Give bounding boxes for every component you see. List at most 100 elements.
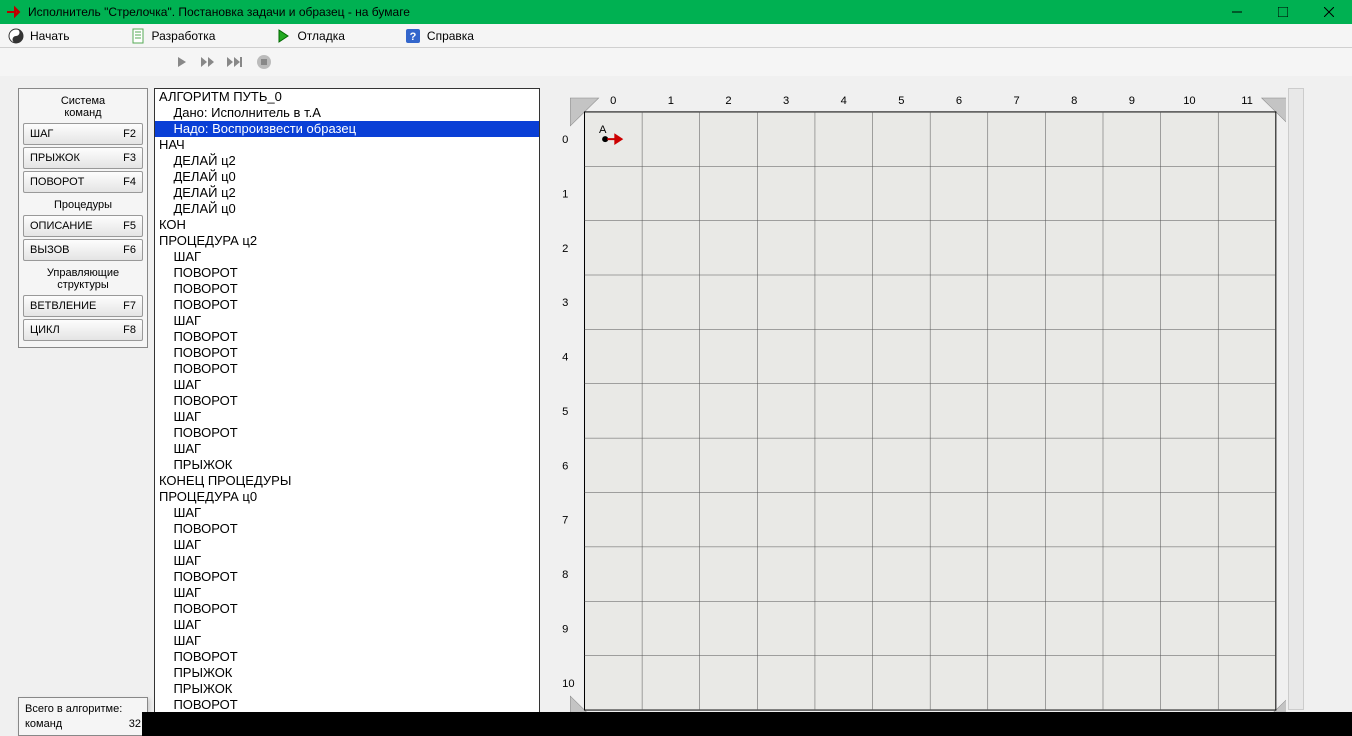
code-line[interactable]: КОНЕЦ ПРОЦЕДУРЫ (155, 473, 539, 489)
code-line[interactable]: НАЧ (155, 137, 539, 153)
code-line[interactable]: АЛГОРИТМ ПУТЬ_0 (155, 89, 539, 105)
taskbar-right[interactable] (1272, 712, 1352, 736)
code-line[interactable]: ПОВОРОТ (155, 569, 539, 585)
code-line[interactable]: ДЕЛАЙ ц0 (155, 169, 539, 185)
window-title: Исполнитель "Стрелочка". Постановка зада… (28, 5, 1214, 19)
title-bar: Исполнитель "Стрелочка". Постановка зада… (0, 0, 1352, 24)
svg-text:1: 1 (668, 95, 674, 107)
code-line[interactable]: ШАГ (155, 377, 539, 393)
main-toolbar: Начать Разработка Отладка ? Справка (0, 24, 1352, 48)
code-line[interactable]: Надо: Воспроизвести образец (155, 121, 539, 137)
code-editor[interactable]: АЛГОРИТМ ПУТЬ_0 Дано: Исполнитель в т.A … (154, 88, 540, 718)
maximize-button[interactable] (1260, 0, 1306, 24)
code-line[interactable]: ПРОЦЕДУРА ц2 (155, 233, 539, 249)
svg-text:4: 4 (841, 95, 847, 107)
code-line[interactable]: ПОВОРОТ (155, 601, 539, 617)
svg-text:6: 6 (956, 95, 962, 107)
app-arrow-icon (6, 4, 22, 20)
code-line[interactable]: Дано: Исполнитель в т.A (155, 105, 539, 121)
minimize-button[interactable] (1214, 0, 1260, 24)
menu-start[interactable]: Начать (8, 28, 70, 44)
code-line[interactable]: ПОВОРОТ (155, 425, 539, 441)
playback-toolbar (0, 48, 1352, 76)
system-title: Система команд (23, 93, 143, 121)
svg-text:7: 7 (1013, 95, 1019, 107)
menu-help-label: Справка (427, 29, 474, 43)
ctrl-ветвление[interactable]: ВЕТВЛЕНИЕF7 (23, 295, 143, 317)
code-line[interactable]: ШАГ (155, 313, 539, 329)
document-icon (130, 28, 146, 44)
svg-text:3: 3 (783, 95, 789, 107)
code-line[interactable]: ПРОЦЕДУРА ц0 (155, 489, 539, 505)
svg-text:?: ? (410, 31, 417, 43)
svg-text:5: 5 (898, 95, 904, 107)
svg-text:5: 5 (562, 406, 568, 418)
code-line[interactable]: ПРЫЖОК (155, 681, 539, 697)
svg-text:4: 4 (562, 352, 568, 364)
code-line[interactable]: ШАГ (155, 537, 539, 553)
svg-text:2: 2 (562, 243, 568, 255)
code-line[interactable]: ШАГ (155, 409, 539, 425)
command-sidebar: Система команд ШАГF2ПРЫЖОКF3ПОВОРОТF4 Пр… (18, 88, 148, 736)
cmd-прыжок[interactable]: ПРЫЖОКF3 (23, 147, 143, 169)
ctrl-цикл[interactable]: ЦИКЛF8 (23, 319, 143, 341)
menu-debug[interactable]: Отладка (275, 28, 344, 44)
code-line[interactable]: ШАГ (155, 441, 539, 457)
code-line[interactable]: ШАГ (155, 585, 539, 601)
stop-button[interactable] (254, 52, 274, 72)
svg-text:3: 3 (562, 297, 568, 309)
code-line[interactable]: ПОВОРОТ (155, 649, 539, 665)
code-line[interactable]: ДЕЛАЙ ц0 (155, 201, 539, 217)
status-cmd-label: команд (25, 717, 62, 731)
code-line[interactable]: ПОВОРОТ (155, 329, 539, 345)
menu-debug-label: Отладка (297, 29, 344, 43)
skip-button[interactable] (224, 52, 244, 72)
code-line[interactable]: ШАГ (155, 505, 539, 521)
code-line[interactable]: ШАГ (155, 633, 539, 649)
code-line[interactable]: ПОВОРОТ (155, 393, 539, 409)
status-cmd-count: 32 (129, 717, 141, 731)
code-line[interactable]: КОН (155, 217, 539, 233)
close-button[interactable] (1306, 0, 1352, 24)
code-line[interactable]: ПОВОРОТ (155, 281, 539, 297)
taskbar[interactable] (142, 712, 1352, 736)
code-line[interactable]: ШАГ (155, 553, 539, 569)
code-line[interactable]: ПОВОРОТ (155, 361, 539, 377)
status-line1: Всего в алгоритме: (25, 702, 141, 716)
svg-text:8: 8 (1071, 95, 1077, 107)
proc-title: Процедуры (23, 195, 143, 213)
svg-text:1: 1 (562, 189, 568, 201)
code-line[interactable]: ПОВОРОТ (155, 521, 539, 537)
ctrl-title: Управляющие структуры (23, 263, 143, 293)
play-button[interactable] (172, 52, 192, 72)
play-icon (275, 28, 291, 44)
vertical-scrollbar[interactable] (1288, 88, 1304, 710)
code-line[interactable]: ПРЫЖОК (155, 457, 539, 473)
fast-forward-button[interactable] (198, 52, 218, 72)
grid-canvas[interactable]: 01234567891011012345678910A (554, 88, 1286, 726)
svg-text:7: 7 (562, 515, 568, 527)
code-line[interactable]: ШАГ (155, 249, 539, 265)
code-line[interactable]: ПОВОРОТ (155, 345, 539, 361)
code-line[interactable]: ДЕЛАЙ ц2 (155, 153, 539, 169)
svg-text:A: A (599, 124, 607, 136)
code-line[interactable]: ПОВОРОТ (155, 297, 539, 313)
code-line[interactable]: ПРЫЖОК (155, 665, 539, 681)
code-line[interactable]: ПОВОРОТ (155, 265, 539, 281)
svg-text:0: 0 (610, 95, 616, 107)
code-line[interactable]: ШАГ (155, 617, 539, 633)
cmd-поворот[interactable]: ПОВОРОТF4 (23, 171, 143, 193)
menu-help[interactable]: ? Справка (405, 28, 474, 44)
cmd-шаг[interactable]: ШАГF2 (23, 123, 143, 145)
menu-dev-label: Разработка (152, 29, 216, 43)
menu-dev[interactable]: Разработка (130, 28, 216, 44)
svg-text:10: 10 (1183, 95, 1195, 107)
code-line[interactable]: ДЕЛАЙ ц2 (155, 185, 539, 201)
svg-text:2: 2 (725, 95, 731, 107)
code-line[interactable]: ПОВОРОТ (155, 697, 539, 713)
svg-text:10: 10 (562, 678, 574, 690)
proc-вызов[interactable]: ВЫЗОВF6 (23, 239, 143, 261)
yinyang-icon (8, 28, 24, 44)
menu-start-label: Начать (30, 29, 70, 43)
proc-описание[interactable]: ОПИСАНИЕF5 (23, 215, 143, 237)
